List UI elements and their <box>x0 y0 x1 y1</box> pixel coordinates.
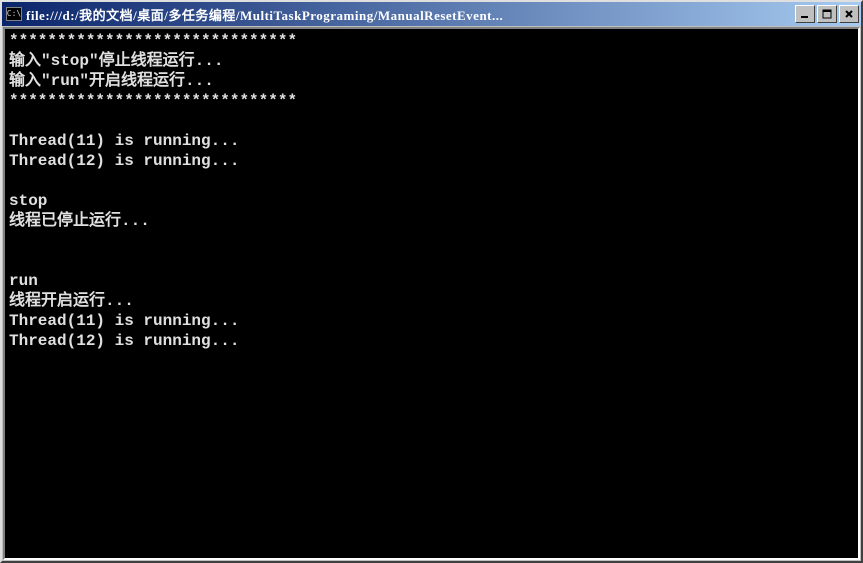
close-button[interactable] <box>839 5 859 23</box>
console-line: run <box>9 271 854 291</box>
minimize-button[interactable] <box>795 5 815 23</box>
console-line: 输入"stop"停止线程运行... <box>9 51 854 71</box>
maximize-icon <box>822 9 832 19</box>
console-line: ****************************** <box>9 31 854 51</box>
console-line <box>9 171 854 191</box>
console-line: stop <box>9 191 854 211</box>
console-line: Thread(12) is running... <box>9 331 854 351</box>
console-line: 输入"run"开启线程运行... <box>9 71 854 91</box>
window-controls <box>793 5 859 23</box>
console-line: Thread(11) is running... <box>9 131 854 151</box>
close-icon <box>844 9 854 19</box>
console-window: C:\ file:///d:/我的文档/桌面/多任务编程/MultiTaskPr… <box>0 0 863 563</box>
console-line: ****************************** <box>9 91 854 111</box>
maximize-button[interactable] <box>817 5 837 23</box>
console-line: Thread(11) is running... <box>9 311 854 331</box>
minimize-icon <box>800 9 810 19</box>
console-output[interactable]: ******************************输入"stop"停止… <box>3 27 860 560</box>
app-icon[interactable]: C:\ <box>6 7 22 21</box>
console-line: Thread(12) is running... <box>9 151 854 171</box>
title-bar[interactable]: C:\ file:///d:/我的文档/桌面/多任务编程/MultiTaskPr… <box>2 2 861 26</box>
console-line: 线程已停止运行... <box>9 211 854 231</box>
window-title: file:///d:/我的文档/桌面/多任务编程/MultiTaskProgra… <box>26 5 793 24</box>
console-line <box>9 111 854 131</box>
console-line: 线程开启运行... <box>9 291 854 311</box>
console-line <box>9 251 854 271</box>
console-line <box>9 231 854 251</box>
